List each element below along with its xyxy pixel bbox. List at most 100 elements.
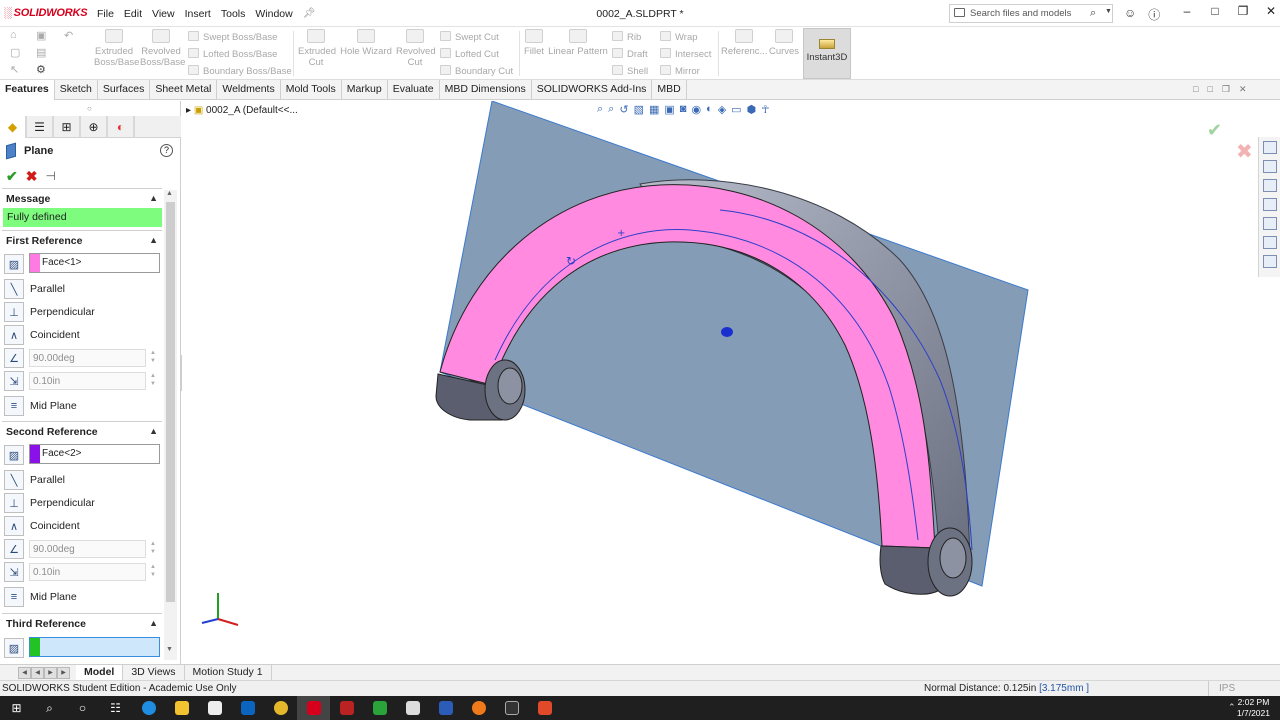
hide-show-icon[interactable]: ◉	[691, 103, 701, 116]
first-reference-header[interactable]: First Reference ▲	[2, 230, 162, 250]
angle-field[interactable]: 90.00deg	[29, 540, 146, 558]
hole-wizard-button[interactable]: Hole Wizard	[339, 29, 393, 57]
select-icon[interactable]: ↖	[10, 63, 19, 76]
chevron-up-icon[interactable]: ▲	[149, 235, 158, 245]
menu-view[interactable]: View	[147, 8, 180, 20]
chevron-down-icon[interactable]: ▼	[1105, 8, 1112, 15]
third-reference-header[interactable]: Third Reference ▲	[2, 613, 162, 633]
angle-spinner[interactable]: ▲ ▼	[148, 540, 158, 558]
last-tab-icon[interactable]: ▶	[57, 666, 70, 679]
forum-icon[interactable]	[1262, 255, 1277, 268]
second-reference-field[interactable]: Face<2>	[29, 444, 160, 464]
coincident-option[interactable]: ∧ Coincident	[4, 515, 164, 537]
tab-3d-views[interactable]: 3D Views	[123, 665, 185, 680]
shell-button[interactable]: Shell	[612, 65, 648, 77]
parallel-option[interactable]: ╲ Parallel	[4, 469, 164, 491]
extruded-cut-button[interactable]: Extruded Cut	[298, 29, 336, 68]
word-icon[interactable]	[429, 696, 462, 720]
ok-button[interactable]: ✔	[6, 168, 18, 184]
draft-button[interactable]: Draft	[612, 48, 648, 60]
revolved-boss-button[interactable]: Revolved Boss/Base	[140, 29, 185, 68]
file-explorer-icon[interactable]	[1262, 179, 1277, 192]
minimize-button[interactable]: –	[1178, 4, 1196, 18]
recorder-icon[interactable]	[528, 696, 561, 720]
tab-mbd-dimensions[interactable]: MBD Dimensions	[440, 80, 532, 100]
tab-features[interactable]: Features	[0, 80, 55, 100]
camtasia-icon[interactable]	[363, 696, 396, 720]
section-view-icon[interactable]: ▧	[634, 103, 644, 116]
display-manager-tab[interactable]: ◐	[108, 116, 135, 138]
menu-insert[interactable]: Insert	[180, 8, 216, 20]
print-icon[interactable]: ▤	[36, 46, 46, 59]
units-indicator[interactable]: IPS	[1208, 681, 1235, 696]
menu-tools[interactable]: Tools	[216, 8, 251, 20]
display-style-icon[interactable]: ◙	[680, 103, 687, 116]
coincident-option[interactable]: ∧ Coincident	[4, 324, 164, 346]
boundary-cut-button[interactable]: Boundary Cut	[440, 65, 513, 77]
appearances-icon[interactable]	[1262, 217, 1277, 230]
system-tray-icon[interactable]: ⌃	[1228, 702, 1236, 713]
help-icon[interactable]: ⓘ	[1148, 6, 1160, 23]
first-tab-icon[interactable]: ◀	[18, 666, 31, 679]
triad-icon[interactable]: ☥	[761, 103, 769, 116]
search-icon[interactable]: ⌕	[33, 696, 66, 720]
pushpin-icon[interactable]: ⊣	[45, 168, 55, 184]
menu-edit[interactable]: Edit	[119, 8, 147, 20]
reference-geometry-button[interactable]: Referenc...	[721, 29, 767, 57]
message-group-header[interactable]: Message ▲	[2, 188, 162, 208]
cortana-icon[interactable]: ○	[66, 696, 99, 720]
cube-icon[interactable]: ⬢	[747, 103, 757, 116]
offset-distance-field[interactable]: 0.10in	[29, 563, 146, 581]
drag-handle-icon[interactable]	[721, 327, 733, 337]
prev-tab-icon[interactable]: ◀	[31, 666, 44, 679]
solidworks-logo[interactable]: ░ SOLIDWORKS	[4, 7, 88, 19]
panel-grip[interactable]: ○	[87, 104, 92, 113]
store-icon[interactable]	[198, 696, 231, 720]
camera-icon[interactable]	[396, 696, 429, 720]
firefox-icon[interactable]	[462, 696, 495, 720]
feature-tree-flyout[interactable]: ▸ ▣ 0002_A (Default<<...	[186, 105, 298, 116]
apply-scene-icon[interactable]: ◈	[718, 103, 726, 116]
confirm-ok-icon[interactable]: ✔	[1207, 120, 1222, 141]
revolved-cut-button[interactable]: Revolved Cut	[396, 29, 436, 68]
tab-sketch[interactable]: Sketch	[55, 80, 98, 100]
tile-icon[interactable]: □	[1193, 84, 1198, 95]
close-icon[interactable]: ✕	[1239, 84, 1247, 95]
angle-spinner[interactable]: ▲ ▼	[148, 349, 158, 367]
mid-plane-option[interactable]: ≡ Mid Plane	[4, 586, 164, 608]
chevron-up-icon[interactable]: ▲	[149, 193, 158, 203]
previous-view-icon[interactable]: ↺	[619, 103, 628, 116]
model-view[interactable]: + ↻	[182, 101, 1280, 664]
chrome-icon[interactable]	[264, 696, 297, 720]
custom-properties-icon[interactable]	[1262, 236, 1277, 249]
design-library-icon[interactable]	[1262, 160, 1277, 173]
cancel-button[interactable]: ✖	[26, 168, 38, 184]
distance-spinner[interactable]: ▲ ▼	[148, 372, 158, 390]
fillet-button[interactable]: Fillet	[522, 29, 546, 57]
scroll-thumb[interactable]	[166, 202, 175, 602]
window-icon[interactable]: □	[1207, 84, 1212, 95]
tab-mbd[interactable]: MBD	[652, 80, 687, 100]
edge-icon[interactable]	[132, 696, 165, 720]
search-input[interactable]: Search files and models ⌕ ▼	[949, 4, 1113, 23]
rib-button[interactable]: Rib	[612, 31, 641, 43]
configuration-manager-tab[interactable]: ⊞	[54, 116, 81, 138]
edrawings-icon[interactable]	[330, 696, 363, 720]
task-view-icon[interactable]: ☷	[99, 696, 132, 720]
new-icon[interactable]: ▢	[10, 46, 20, 59]
boundary-boss-button[interactable]: Boundary Boss/Base	[188, 65, 292, 77]
pin-menu-icon[interactable]: 📌︎	[298, 8, 321, 19]
swept-cut-button[interactable]: Swept Cut	[440, 31, 499, 43]
menu-window[interactable]: Window	[250, 8, 297, 20]
lofted-boss-button[interactable]: Lofted Boss/Base	[188, 48, 277, 60]
solidworks-taskbar-icon[interactable]	[297, 696, 330, 720]
clock[interactable]: 2:02 PM 1/7/2021	[1237, 697, 1270, 719]
task-home-icon[interactable]	[1262, 141, 1277, 154]
chevron-up-icon[interactable]: ▲	[149, 618, 158, 628]
restore-icon[interactable]: ❐	[1222, 84, 1230, 95]
home-icon[interactable]: ⌂	[10, 29, 17, 41]
edit-appearance-icon[interactable]: ◐	[706, 103, 713, 116]
restore-button[interactable]: □	[1206, 4, 1224, 18]
tile-button[interactable]: ❐	[1234, 4, 1252, 18]
save-icon[interactable]: ▣	[36, 29, 46, 42]
